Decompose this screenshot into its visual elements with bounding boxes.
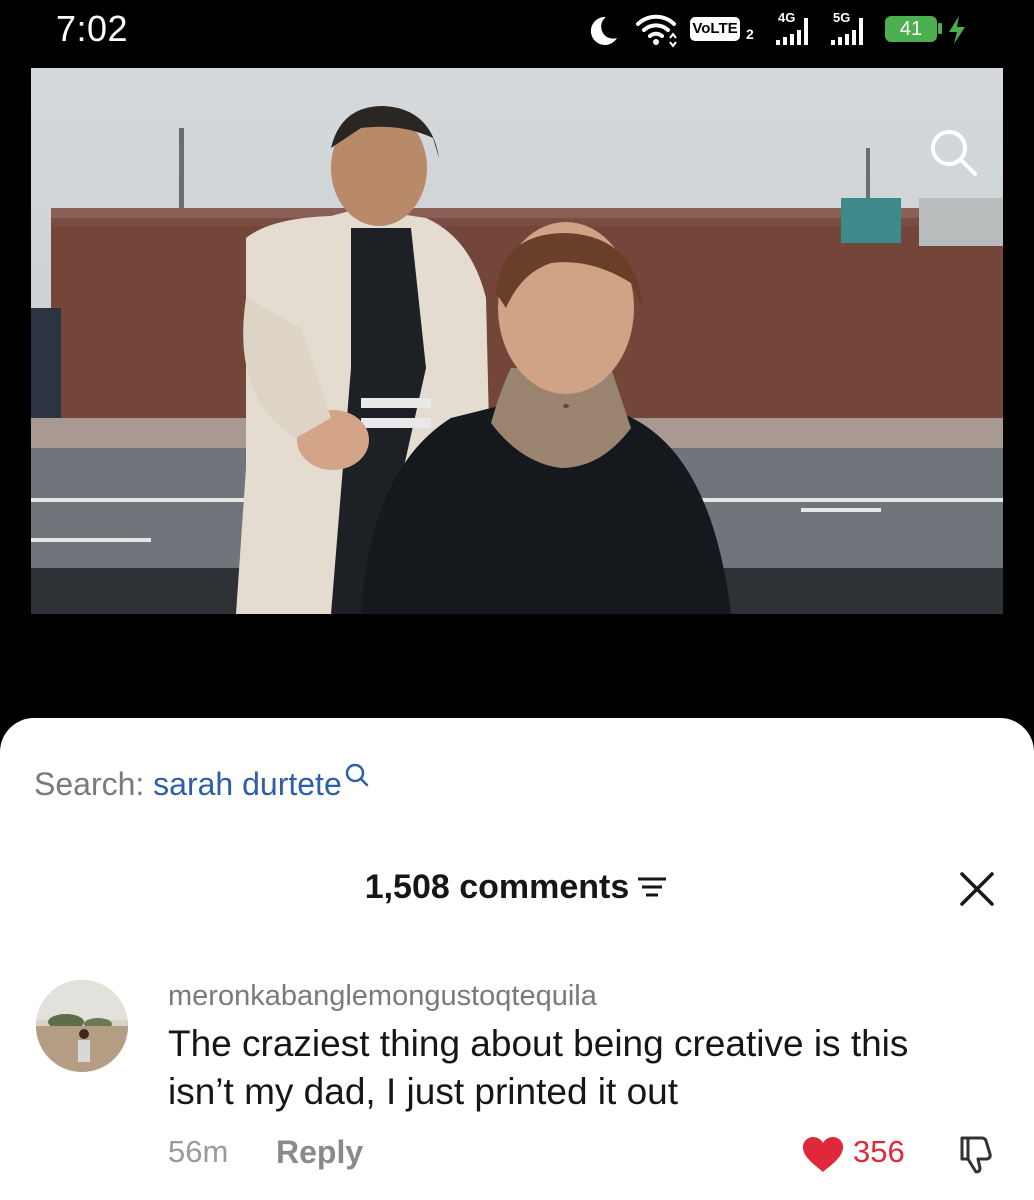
volte-badge: VoLTE <box>690 17 740 41</box>
sim-number: 2 <box>746 26 754 42</box>
avatar[interactable] <box>36 980 128 1072</box>
wifi-icon <box>636 14 677 48</box>
sort-filter-icon[interactable] <box>635 871 669 901</box>
battery-tip <box>938 23 942 34</box>
comment-item: meronkabanglemongustoqtequila The crazie… <box>36 980 1016 1190</box>
comment-time: 56m <box>168 1134 229 1169</box>
moon-icon <box>590 16 617 45</box>
comment-username[interactable]: meronkabanglemongustoqtequila <box>168 980 597 1013</box>
status-time: 7:02 <box>56 8 129 49</box>
close-icon[interactable] <box>958 870 996 908</box>
comment-sheet: Search: sarah durtete 1,508 comments mer… <box>0 718 1034 1200</box>
video-player[interactable] <box>31 68 1003 614</box>
battery-icon: 41 <box>885 16 937 42</box>
search-term-link[interactable]: sarah durtete <box>153 766 342 802</box>
search-icon <box>345 763 368 787</box>
signal-icon <box>776 18 808 45</box>
comment-count: 1,508 comments <box>364 868 630 906</box>
video-frame <box>31 68 1003 614</box>
reply-button[interactable]: Reply <box>276 1134 363 1171</box>
signal-icon <box>831 18 863 45</box>
search-icon[interactable] <box>925 124 981 180</box>
search-suggestion[interactable]: Search: sarah durtete <box>34 763 370 803</box>
charging-icon <box>949 16 965 44</box>
comment-text: The craziest thing about being creative … <box>168 1023 909 1112</box>
dislike-icon[interactable] <box>954 1132 998 1176</box>
status-bar: 7:02 VoLTE 2 4G 5G 41 <box>0 0 1034 60</box>
heart-icon <box>803 1137 843 1172</box>
search-prefix: Search: <box>34 766 145 802</box>
comments-header: 1,508 comments <box>0 868 1034 907</box>
like-count: 356 <box>853 1134 905 1169</box>
avatar-image <box>36 980 128 1072</box>
